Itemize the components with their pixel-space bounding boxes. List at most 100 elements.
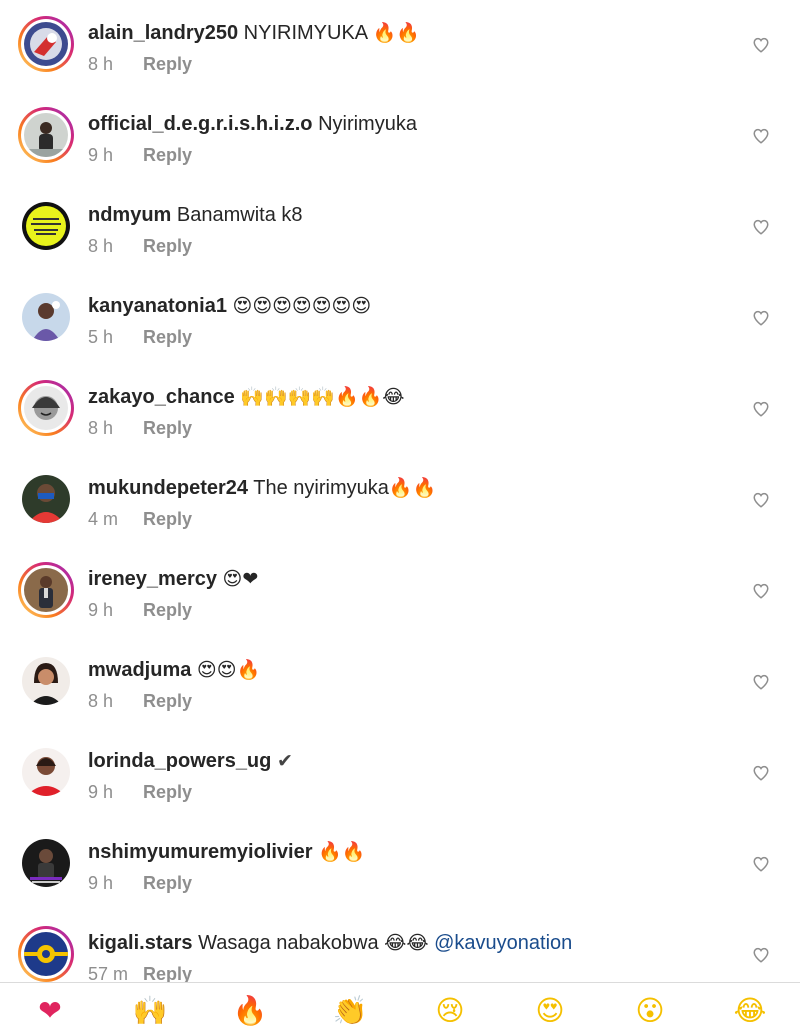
- surprised-face-icon[interactable]: 😮: [630, 993, 670, 1029]
- like-heart-icon[interactable]: [752, 764, 770, 782]
- username[interactable]: zakayo_chance: [88, 386, 235, 408]
- avatar[interactable]: [18, 653, 74, 709]
- timestamp: 8 h: [88, 54, 114, 74]
- comment-body: The nyirimyuka: [253, 477, 389, 499]
- like-heart-icon[interactable]: [752, 127, 770, 145]
- avatar[interactable]: [18, 198, 74, 254]
- like-heart-icon[interactable]: [752, 218, 770, 236]
- avatar[interactable]: [18, 744, 74, 800]
- comments-screen: alain_landry250 NYIRIMYUKA 🔥🔥 8 h Reply …: [0, 0, 800, 1036]
- timestamp: 8 h: [88, 691, 114, 711]
- reply-button[interactable]: Reply: [143, 691, 192, 711]
- reply-button[interactable]: Reply: [143, 236, 192, 256]
- comment-text: mwadjuma 😍😍🔥: [88, 657, 260, 683]
- reply-button[interactable]: Reply: [143, 873, 192, 893]
- comments-list[interactable]: alain_landry250 NYIRIMYUKA 🔥🔥 8 h Reply …: [0, 0, 800, 982]
- comment-item: kigali.stars Wasaga nabakobwa 😂😂 @kavuyo…: [0, 910, 800, 982]
- username[interactable]: nshimyumuremyiolivier: [88, 841, 313, 863]
- reply-button[interactable]: Reply: [143, 54, 192, 74]
- like-heart-icon[interactable]: [752, 673, 770, 691]
- tears-of-joy-face-icon[interactable]: 😂: [730, 993, 770, 1029]
- timestamp: 4 m: [88, 509, 119, 529]
- like-heart-icon[interactable]: [752, 309, 770, 327]
- comment-emojis: 🔥🔥: [388, 477, 437, 499]
- comment-body: NYIRIMYUKA: [243, 22, 368, 44]
- timestamp: 57 m: [88, 964, 129, 982]
- raising-hands-icon[interactable]: 🙌: [130, 993, 170, 1029]
- like-heart-icon[interactable]: [752, 491, 770, 509]
- comment-meta: 4 m Reply: [88, 507, 192, 531]
- reply-button[interactable]: Reply: [143, 782, 192, 802]
- reply-button[interactable]: Reply: [143, 964, 192, 982]
- heart-eyes-face-icon[interactable]: 😍: [530, 993, 570, 1029]
- comment-item: lorinda_powers_ug ✔ 9 h Reply: [0, 728, 800, 819]
- comment-text: zakayo_chance 🙌🙌🙌🙌🔥🔥😂: [88, 384, 404, 410]
- username[interactable]: mukundepeter24: [88, 477, 248, 499]
- comment-item: zakayo_chance 🙌🙌🙌🙌🔥🔥😂 8 h Reply: [0, 364, 800, 455]
- comment-item: nshimyumuremyiolivier 🔥🔥 9 h Reply: [0, 819, 800, 910]
- like-heart-icon[interactable]: [752, 400, 770, 418]
- fire-icon[interactable]: 🔥: [230, 993, 270, 1029]
- comment-body: Nyirimyuka: [318, 113, 417, 135]
- timestamp: 9 h: [88, 782, 114, 802]
- username[interactable]: alain_landry250: [88, 22, 238, 44]
- comment-text: alain_landry250 NYIRIMYUKA 🔥🔥: [88, 20, 420, 46]
- username[interactable]: lorinda_powers_ug: [88, 750, 271, 772]
- comment-text: kanyanatonia1 😍😍😍😍😍😍😍: [88, 293, 371, 319]
- avatar[interactable]: [18, 380, 74, 436]
- like-heart-icon[interactable]: [752, 855, 770, 873]
- comment-meta: 8 h Reply: [88, 689, 192, 713]
- username[interactable]: mwadjuma: [88, 659, 191, 681]
- username[interactable]: kigali.stars: [88, 932, 193, 954]
- comment-item: ndmyum Banamwita k8 8 h Reply: [0, 182, 800, 273]
- avatar[interactable]: [18, 562, 74, 618]
- comment-emojis: 😂😂: [384, 932, 429, 954]
- avatar[interactable]: [18, 107, 74, 163]
- comment-emojis: ✔: [276, 750, 293, 772]
- emoji-reaction-bar: ❤ 🙌 🔥 👏 😢 😍 😮 😂: [0, 982, 800, 1036]
- clapping-hands-icon[interactable]: 👏: [330, 993, 370, 1029]
- crying-face-icon[interactable]: 😢: [430, 993, 470, 1029]
- comment-body: Wasaga nabakobwa: [198, 932, 379, 954]
- comment-text: ndmyum Banamwita k8: [88, 202, 303, 228]
- timestamp: 9 h: [88, 873, 114, 893]
- comment-text: official_d.e.g.r.i.s.h.i.z.o Nyirimyuka: [88, 111, 417, 137]
- username[interactable]: ndmyum: [88, 204, 171, 226]
- reply-button[interactable]: Reply: [143, 600, 192, 620]
- reply-button[interactable]: Reply: [143, 327, 192, 347]
- avatar[interactable]: [18, 289, 74, 345]
- comment-text: lorinda_powers_ug ✔: [88, 748, 293, 774]
- avatar[interactable]: [18, 926, 74, 982]
- comment-meta: 5 h Reply: [88, 325, 192, 349]
- username[interactable]: kanyanatonia1: [88, 295, 227, 317]
- like-heart-icon[interactable]: [752, 582, 770, 600]
- comment-body: Banamwita k8: [176, 204, 303, 226]
- avatar[interactable]: [18, 16, 74, 72]
- username[interactable]: ireney_mercy: [88, 568, 217, 590]
- timestamp: 9 h: [88, 145, 114, 165]
- like-heart-icon[interactable]: [752, 946, 770, 964]
- comment-emojis: 😍😍😍😍😍😍😍: [232, 295, 372, 317]
- comment-item: alain_landry250 NYIRIMYUKA 🔥🔥 8 h Reply: [0, 0, 800, 91]
- reply-button[interactable]: Reply: [143, 418, 192, 438]
- mention-link[interactable]: @kavuyonation: [434, 932, 572, 954]
- comment-meta: 57 m Reply: [88, 962, 192, 982]
- comment-item: mwadjuma 😍😍🔥 8 h Reply: [0, 637, 800, 728]
- avatar[interactable]: [18, 471, 74, 527]
- reply-button[interactable]: Reply: [143, 509, 192, 529]
- reply-button[interactable]: Reply: [143, 145, 192, 165]
- username[interactable]: official_d.e.g.r.i.s.h.i.z.o: [88, 113, 313, 135]
- comment-emojis: 🙌🙌🙌🙌🔥🔥😂: [240, 386, 405, 408]
- comment-emojis: 😍😍🔥: [196, 659, 261, 681]
- red-heart-icon[interactable]: ❤: [30, 993, 70, 1029]
- comment-item: mukundepeter24 The nyirimyuka🔥🔥 4 m Repl…: [0, 455, 800, 546]
- comment-text: mukundepeter24 The nyirimyuka🔥🔥: [88, 475, 436, 501]
- like-heart-icon[interactable]: [752, 36, 770, 54]
- comment-meta: 8 h Reply: [88, 416, 192, 440]
- comment-item: official_d.e.g.r.i.s.h.i.z.o Nyirimyuka …: [0, 91, 800, 182]
- comment-meta: 9 h Reply: [88, 598, 192, 622]
- timestamp: 8 h: [88, 236, 114, 256]
- comment-emojis: 🔥🔥: [318, 841, 366, 863]
- avatar[interactable]: [18, 835, 74, 891]
- comment-meta: 9 h Reply: [88, 143, 192, 167]
